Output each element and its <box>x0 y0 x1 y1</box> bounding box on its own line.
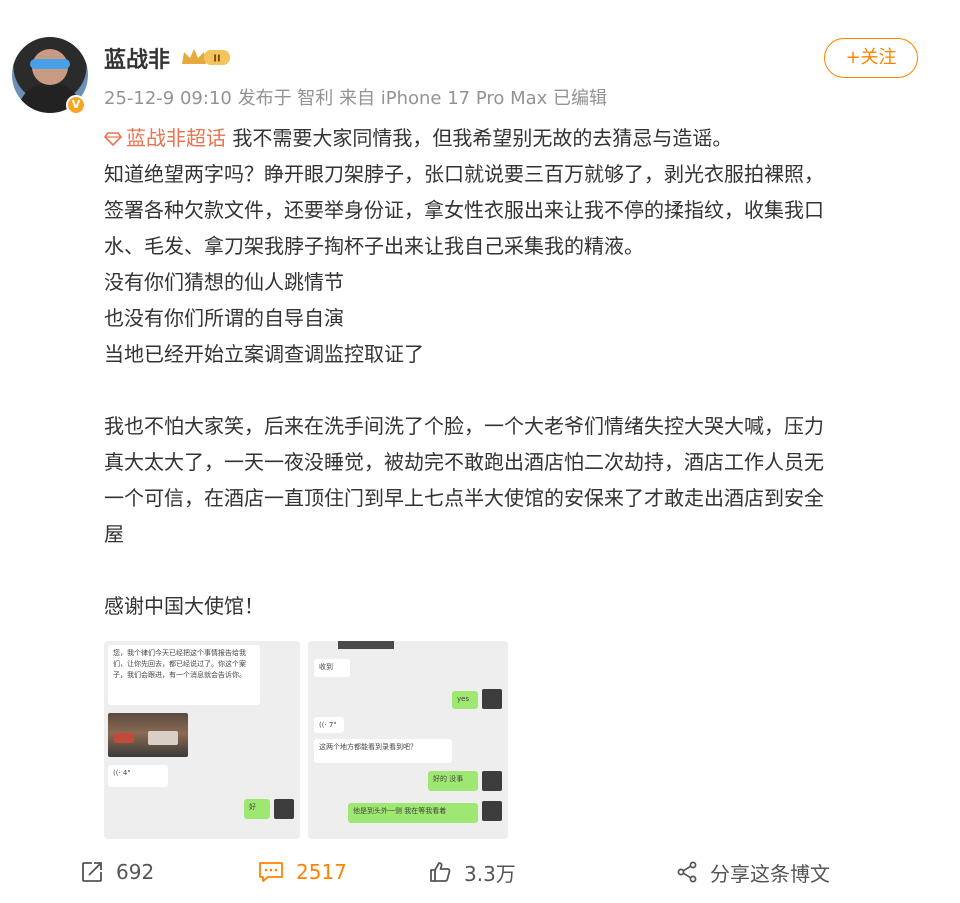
comment-count: 2517 <box>296 860 347 884</box>
post-line: 签署各种欠款文件，还要举身份证，拿女性衣服出来让我不停的揉指纹，收集我口 <box>104 198 824 222</box>
author-name[interactable]: 蓝战非 <box>104 42 170 74</box>
verified-badge-icon: V <box>66 95 86 115</box>
like-button[interactable]: 3.3万 <box>428 850 516 894</box>
action-bar: 692 2517 3.3万 分享这条博文 <box>0 850 960 894</box>
repost-icon <box>82 862 102 882</box>
chat-avatar <box>274 799 294 819</box>
chat-bubble-green: yes <box>452 691 478 709</box>
voice-length: ((· 7" <box>319 721 337 729</box>
comment-button[interactable]: 2517 <box>258 850 347 894</box>
thumbs-up-icon <box>430 862 451 882</box>
post-meta: 25-12-9 09:10 发布于 智利 来自 iPhone 17 Pro Ma… <box>104 88 608 109</box>
post-line: 水、毛发、拿刀架我脖子掏杯子出来让我自己采集我的精液。 <box>104 234 644 258</box>
like-count: 3.3万 <box>464 861 516 886</box>
chat-photo <box>108 713 188 757</box>
chat-bubble: 这两个地方都能看到录看到吧？ <box>314 739 452 763</box>
chat-text: 他是到头外一侧 我在等我看着 <box>353 807 447 815</box>
post-line: 真大太大了，一天一夜没睡觉，被劫完不敢跑出酒店怕二次劫持，酒店工作人员无 <box>104 450 824 474</box>
voice-bubble: ((· 4" <box>108 765 168 787</box>
chat-text: 好 <box>249 803 256 811</box>
post-line: 一个可信，在酒店一直顶住门到早上七点半大使馆的安保来了才敢走出酒店到安全 <box>104 486 824 510</box>
chat-text: 您，我个律们今天已经把这个事情报告给我们，让你先回去，都已经说过了。你这个案子，… <box>113 649 246 679</box>
diamond-icon <box>104 132 122 146</box>
share-label: 分享这条博文 <box>710 861 830 886</box>
share-icon <box>677 861 697 883</box>
post-line: 也没有你们所谓的自导自演 <box>104 306 344 330</box>
member-level: II <box>213 54 220 65</box>
chat-avatar <box>482 689 502 709</box>
post-body: 蓝战非超话 我不需要大家同情我，但我希望别无故的去猜忌与造谣。 知道绝望两字吗？… <box>104 120 934 624</box>
chat-bubble-green: 好 <box>244 799 270 819</box>
post-image-1[interactable]: 您，我个律们今天已经把这个事情报告给我们，让你先回去，都已经说过了。你这个案子，… <box>104 641 300 839</box>
topic-link[interactable]: 蓝战非超话 <box>104 126 226 150</box>
chat-text: yes <box>457 695 470 703</box>
chat-avatar <box>482 771 502 791</box>
chat-text: 这两个地方都能看到录看到吧？ <box>319 743 417 751</box>
chat-bubble-green: 好的 没事 <box>428 771 478 791</box>
chat-bubble: 收到 <box>314 659 350 677</box>
post-line: 当地已经开始立案调查调监控取证了 <box>104 342 424 366</box>
post-line: 没有你们猜想的仙人跳情节 <box>104 270 344 294</box>
member-crown-icon[interactable]: II <box>180 46 232 68</box>
comment-icon <box>259 862 283 882</box>
chat-text: 收到 <box>319 663 333 671</box>
chat-bubble-green: 他是到头外一侧 我在等我看着 <box>348 803 478 823</box>
share-button[interactable]: 分享这条博文 <box>676 850 830 894</box>
post-line: 感谢中国大使馆！ <box>104 594 264 618</box>
chat-photo-edge <box>338 641 394 649</box>
voice-bubble: ((· 7" <box>314 717 344 733</box>
repost-count: 692 <box>116 860 155 884</box>
post-line: 屋 <box>104 522 124 546</box>
follow-button[interactable]: +关注 <box>824 38 918 78</box>
chat-avatar <box>482 801 502 821</box>
post-line: 我也不怕大家笑，后来在洗手间洗了个脸，一个大老爷们情绪失控大哭大喊，压力 <box>104 414 824 438</box>
chat-text: 好的 没事 <box>433 775 464 783</box>
post-line: 知道绝望两字吗？睁开眼刀架脖子，张口就说要三百万就够了，剥光衣服拍裸照， <box>104 162 824 186</box>
chat-bubble: 您，我个律们今天已经把这个事情报告给我们，让你先回去，都已经说过了。你这个案子，… <box>108 645 260 705</box>
topic-label: 蓝战非超话 <box>126 126 226 150</box>
post-line-text: 我不需要大家同情我，但我希望别无故的去猜忌与造谣。 <box>226 126 733 150</box>
post-line: 蓝战非超话 我不需要大家同情我，但我希望别无故的去猜忌与造谣。 <box>104 120 934 156</box>
post-image-2[interactable]: 收到 yes ((· 7" 这两个地方都能看到录看到吧？ 好的 没事 他是到头外… <box>308 641 508 839</box>
repost-button[interactable]: 692 <box>80 850 154 894</box>
voice-length: ((· 4" <box>113 769 131 777</box>
avatar-goggles <box>30 59 70 69</box>
